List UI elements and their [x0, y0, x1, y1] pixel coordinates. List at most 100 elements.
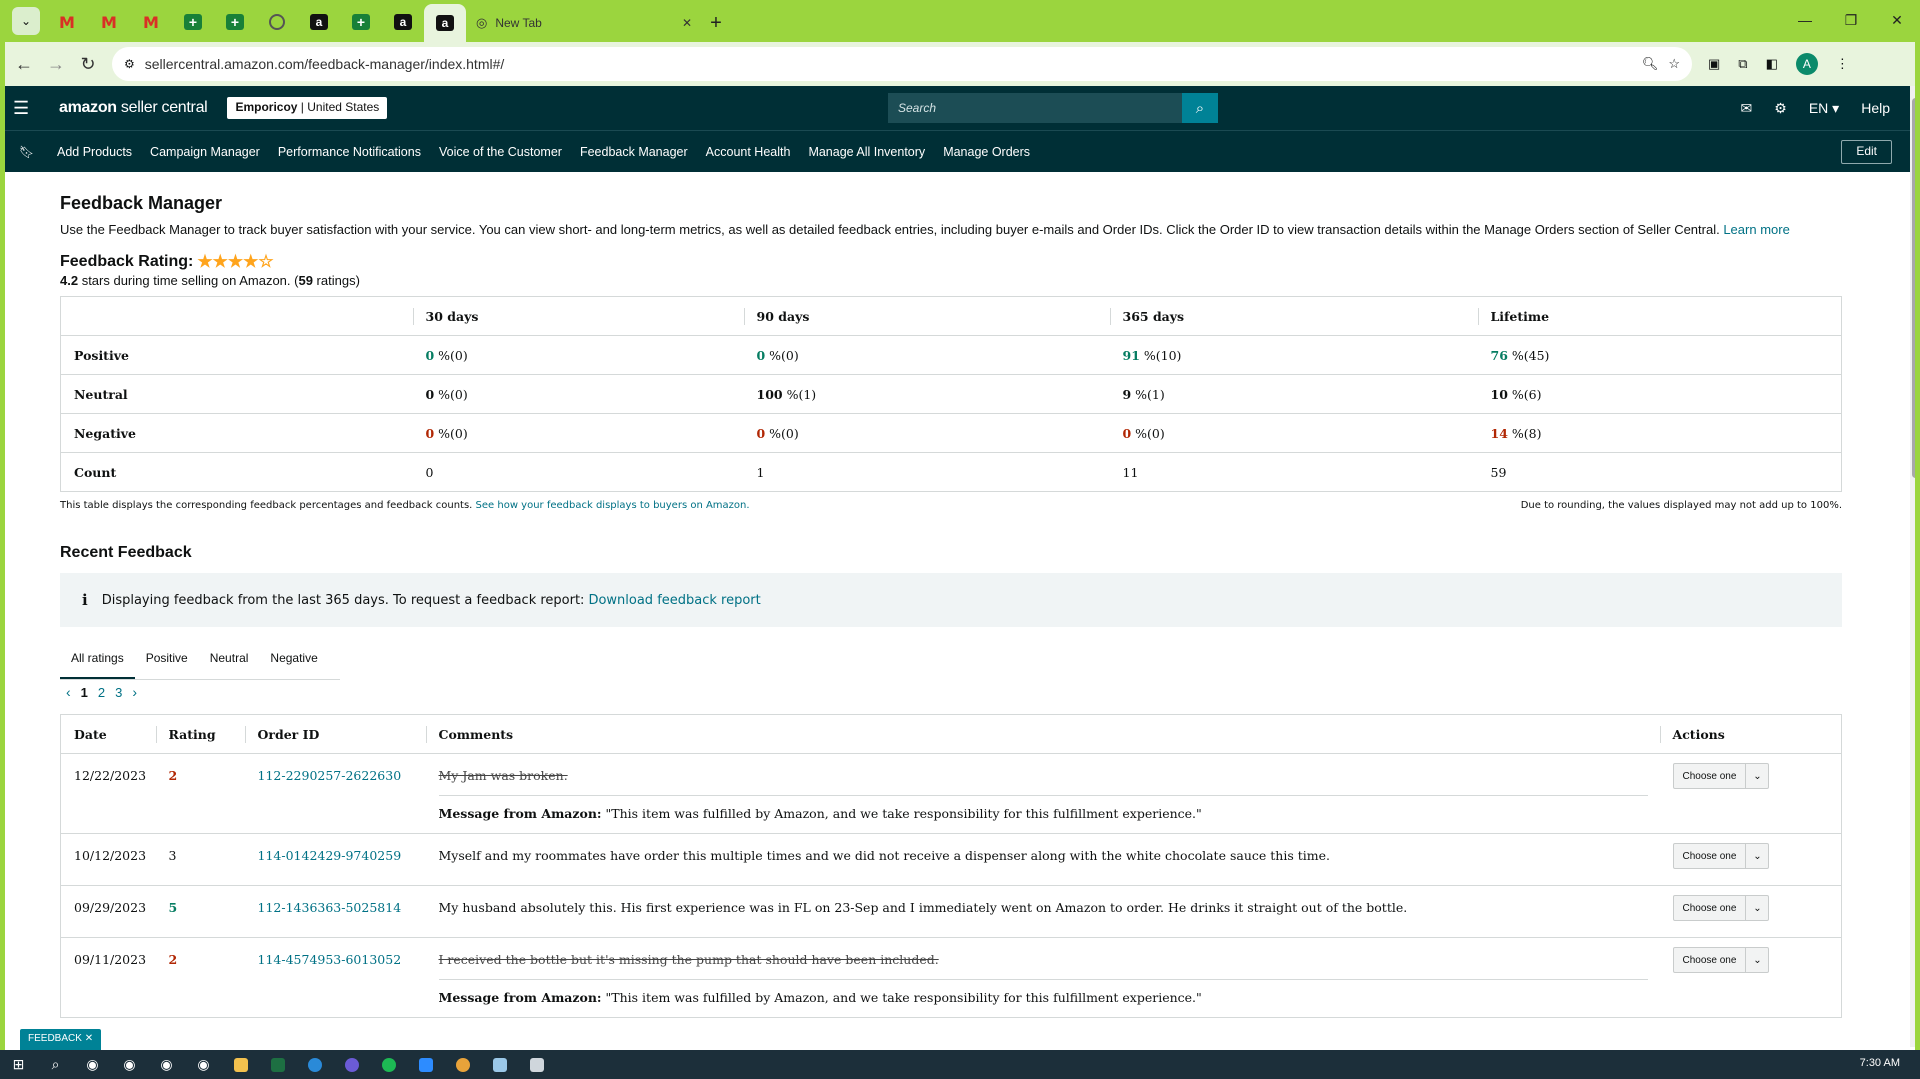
- order-id-link[interactable]: 112-2290257-2622630: [258, 768, 402, 783]
- action-dropdown[interactable]: Choose one ⌄: [1672, 947, 1770, 973]
- side-panel-icon[interactable]: ◧: [1766, 56, 1778, 72]
- order-id-link[interactable]: 114-4574953-6013052: [258, 952, 402, 967]
- site-info-icon[interactable]: ⚙: [124, 57, 135, 71]
- order-id-link[interactable]: 114-0142429-9740259: [258, 848, 402, 863]
- learn-more-link[interactable]: Learn more: [1723, 222, 1789, 237]
- feedback-display-link[interactable]: See how your feedback displays to buyers…: [476, 500, 750, 511]
- language-selector[interactable]: EN ▾: [1809, 100, 1839, 117]
- browser-tab[interactable]: M: [46, 6, 88, 38]
- omnibox[interactable]: ⚙ sellercentral.amazon.com/feedback-mana…: [112, 47, 1692, 81]
- browser-tab[interactable]: [256, 6, 298, 38]
- nav-account-health[interactable]: Account Health: [706, 145, 791, 159]
- action-dropdown[interactable]: Choose one ⌄: [1672, 843, 1770, 869]
- prev-page-icon[interactable]: ‹: [66, 684, 71, 700]
- search-button[interactable]: ⌕: [1182, 93, 1218, 123]
- feedback-date: 12/22/2023: [60, 753, 156, 834]
- browser-tab[interactable]: +: [214, 6, 256, 38]
- browser-tab[interactable]: +: [340, 6, 382, 38]
- amazon-message-label: Message from Amazon:: [438, 990, 602, 1005]
- tab-negative[interactable]: Negative: [259, 641, 328, 679]
- metrics-row-count: Count 0 1 11 59: [60, 452, 1842, 492]
- zoom-icon[interactable]: 🔍︎: [1642, 56, 1659, 72]
- browser-tab[interactable]: +: [172, 6, 214, 38]
- chrome-icon[interactable]: ◉: [185, 1050, 222, 1079]
- action-dropdown[interactable]: Choose one ⌄: [1672, 763, 1770, 789]
- extension-icon[interactable]: ▣: [1708, 56, 1720, 72]
- nav-add-products[interactable]: Add Products: [57, 145, 132, 159]
- metrics-value: 76: [1490, 347, 1508, 363]
- chrome-icon[interactable]: ◉: [74, 1050, 111, 1079]
- reload-icon: ↻: [80, 53, 96, 74]
- page-scrollbar[interactable]: [1910, 86, 1920, 1047]
- calculator-icon[interactable]: [518, 1050, 555, 1079]
- mail-icon[interactable]: ✉: [1741, 100, 1753, 117]
- back-button[interactable]: ←: [8, 48, 40, 80]
- page-3[interactable]: 3: [115, 685, 122, 700]
- browser-tab-new-tab[interactable]: ◎ New Tab ✕: [466, 4, 702, 42]
- metrics-note-left: This table displays the corresponding fe…: [60, 500, 750, 511]
- chrome-icon[interactable]: ◉: [111, 1050, 148, 1079]
- seller-central-logo[interactable]: amazon seller central: [59, 99, 208, 117]
- app-icon[interactable]: [333, 1050, 370, 1079]
- file-explorer-icon[interactable]: [222, 1050, 259, 1079]
- menu-icon[interactable]: ☰: [13, 98, 43, 119]
- notepad-icon[interactable]: [481, 1050, 518, 1079]
- url-text[interactable]: sellercentral.amazon.com/feedback-manage…: [145, 56, 1632, 72]
- feedback-rating: Feedback Rating: ★★★★☆: [60, 252, 1842, 272]
- edit-nav-button[interactable]: Edit: [1841, 140, 1892, 164]
- page-2[interactable]: 2: [98, 685, 105, 700]
- tab-search-button[interactable]: ⌄: [12, 7, 40, 35]
- nav-performance-notifications[interactable]: Performance Notifications: [278, 145, 421, 159]
- app-icon[interactable]: [444, 1050, 481, 1079]
- forward-button[interactable]: →: [40, 48, 72, 80]
- tab-positive[interactable]: Positive: [135, 641, 199, 679]
- nav-feedback-manager[interactable]: Feedback Manager: [580, 145, 688, 159]
- star-icon[interactable]: ☆: [1668, 56, 1680, 72]
- order-id-link[interactable]: 112-1436363-5025814: [258, 900, 402, 915]
- search-icon[interactable]: ⌕: [37, 1050, 74, 1079]
- excel-icon[interactable]: [259, 1050, 296, 1079]
- help-link[interactable]: Help: [1861, 100, 1890, 116]
- browser-tab[interactable]: a: [298, 6, 340, 38]
- nav-campaign-manager[interactable]: Campaign Manager: [150, 145, 260, 159]
- reload-button[interactable]: ↻: [72, 48, 104, 80]
- browser-tab[interactable]: M: [130, 6, 172, 38]
- gear-icon[interactable]: ⚙: [1774, 100, 1787, 117]
- browser-tab[interactable]: M: [88, 6, 130, 38]
- store-picker[interactable]: Emporicoy | United States: [227, 97, 388, 119]
- new-tab-button[interactable]: +: [702, 9, 730, 37]
- feedback-widget-label: FEEDBACK: [28, 1033, 82, 1044]
- zoom-app-icon[interactable]: [407, 1050, 444, 1079]
- col-actions: Actions: [1659, 714, 1842, 754]
- nav-manage-all-inventory[interactable]: Manage All Inventory: [808, 145, 925, 159]
- profile-avatar[interactable]: A: [1795, 53, 1818, 75]
- browser-tab[interactable]: a: [382, 6, 424, 38]
- search-input[interactable]: [888, 93, 1182, 123]
- taskbar-clock[interactable]: 7:30 AM: [1860, 1057, 1900, 1069]
- next-page-icon[interactable]: ›: [132, 684, 137, 700]
- chrome-icon[interactable]: ◉: [148, 1050, 185, 1079]
- browser-tab-active[interactable]: a: [424, 4, 466, 42]
- minimize-button[interactable]: —: [1782, 0, 1828, 40]
- close-icon[interactable]: ✕: [85, 1033, 93, 1044]
- windows-start-icon[interactable]: ⊞: [0, 1050, 37, 1079]
- restore-button[interactable]: ❐: [1828, 0, 1874, 40]
- close-icon[interactable]: ✕: [682, 16, 692, 30]
- nav-manage-orders[interactable]: Manage Orders: [943, 145, 1030, 159]
- page-1[interactable]: 1: [81, 685, 88, 700]
- bookmark-icon[interactable]: 🔖︎: [19, 145, 39, 159]
- edge-icon[interactable]: [296, 1050, 333, 1079]
- tab-neutral[interactable]: Neutral: [199, 641, 260, 679]
- spotify-icon[interactable]: [370, 1050, 407, 1079]
- nav-voice-of-the-customer[interactable]: Voice of the Customer: [439, 145, 562, 159]
- puzzle-icon[interactable]: ⧉: [1738, 56, 1747, 72]
- tab-all-ratings[interactable]: All ratings: [60, 641, 135, 679]
- scrollbar-thumb[interactable]: [1912, 98, 1919, 478]
- more-icon[interactable]: ⋮: [1836, 56, 1849, 72]
- action-dropdown[interactable]: Choose one ⌄: [1672, 895, 1770, 921]
- close-window-button[interactable]: ✕: [1874, 0, 1920, 40]
- metrics-value: 0: [756, 425, 766, 441]
- feedback-widget-button[interactable]: FEEDBACK ✕: [20, 1029, 102, 1050]
- rounding-note: Due to rounding, the values displayed ma…: [1520, 500, 1842, 511]
- download-report-link[interactable]: Download feedback report: [588, 593, 760, 608]
